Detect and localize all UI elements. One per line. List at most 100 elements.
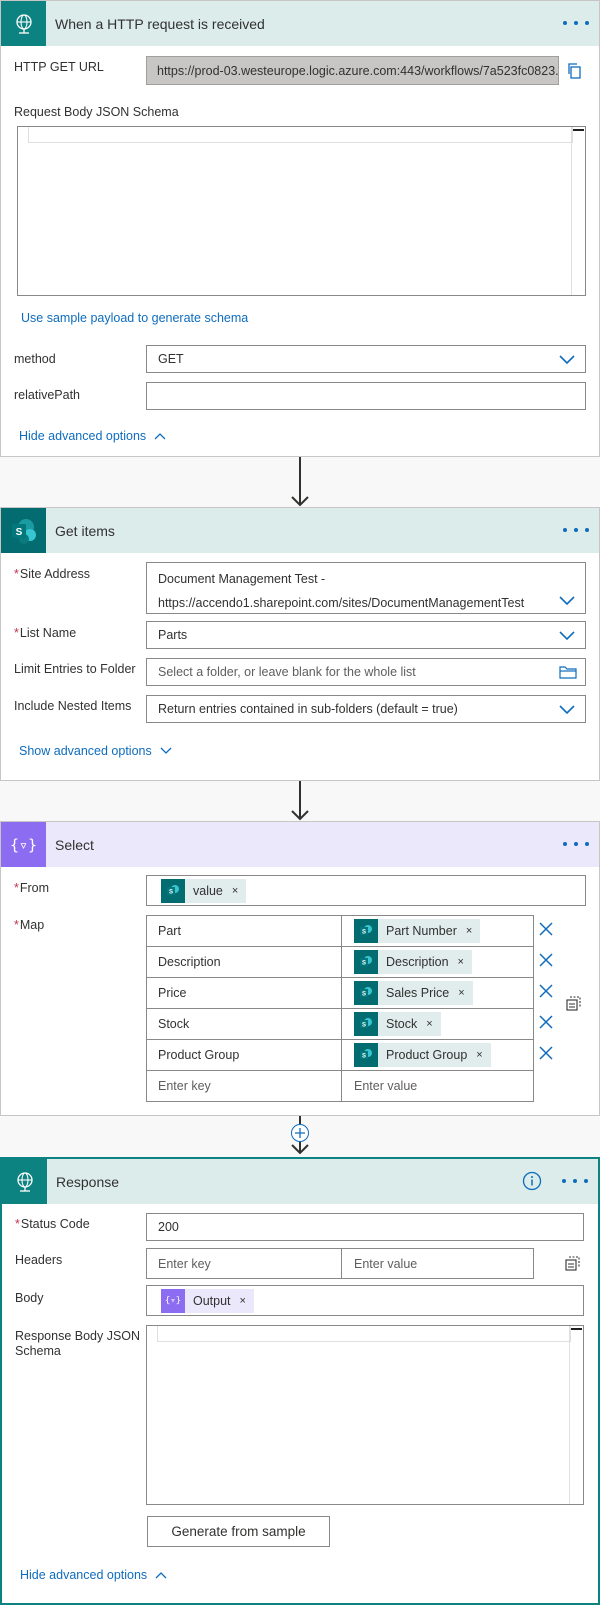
copy-icon[interactable] [566,62,584,80]
remove-token-icon[interactable]: × [426,1018,432,1030]
nested-items-label: Include Nested Items [14,699,132,713]
remove-token-icon[interactable]: × [240,1295,246,1307]
map-row: Price S Sales Price × [147,978,533,1009]
relative-path-label: relativePath [14,388,81,402]
dynamic-content-token[interactable]: {▿} Output × [161,1288,254,1313]
list-name-dropdown[interactable]: Parts [146,621,586,649]
http-get-url-field[interactable]: https://prod-03.westeurope.logic.azure.c… [146,56,559,85]
from-input[interactable]: S value × [146,875,586,906]
delete-row-icon[interactable] [538,1014,554,1030]
folder-icon[interactable] [559,665,577,679]
data-operation-icon: {▿} [161,1288,185,1313]
map-grid: Part S Part Number × Description S Descr… [146,915,534,1102]
map-key[interactable]: Price [147,978,342,1008]
http-trigger-header[interactable]: When a HTTP request is received [1,1,599,46]
map-row: Product Group S Product Group × [147,1040,533,1071]
generate-from-sample-button[interactable]: Generate from sample [147,1516,330,1547]
dynamic-content-token[interactable]: S value × [161,878,247,903]
plus-icon [295,1128,305,1138]
map-value[interactable]: S Sales Price × [342,978,533,1008]
switch-to-text-mode-icon[interactable] [564,1256,580,1272]
remove-token-icon[interactable]: × [458,987,464,999]
relative-path-input[interactable] [146,382,586,410]
remove-token-icon[interactable]: × [232,885,238,897]
arrow-down-icon [291,496,309,507]
svg-text:S: S [362,930,366,936]
enter-value-input[interactable]: Enter value [342,1071,533,1101]
body-input[interactable]: {▿} Output × [146,1285,584,1316]
get-items-header[interactable]: S Get items [1,508,599,553]
dynamic-content-token[interactable]: S Description × [354,950,472,974]
chevron-down-icon [559,355,575,365]
delete-row-icon[interactable] [538,1045,554,1061]
more-options-icon[interactable] [562,1173,588,1189]
chevron-up-icon [154,433,166,440]
svg-text:S: S [15,527,22,538]
enter-key-input[interactable]: Enter key [147,1249,342,1278]
dynamic-content-token[interactable]: S Part Number × [354,919,481,943]
method-value: GET [158,352,184,366]
delete-row-icon[interactable] [538,921,554,937]
status-code-input[interactable]: 200 [146,1213,584,1241]
delete-row-icon[interactable] [538,952,554,968]
select-header[interactable]: {▿} Select [1,822,599,867]
method-label: method [14,352,56,366]
switch-to-text-mode-icon[interactable] [565,996,581,1012]
dynamic-content-token[interactable]: S Stock × [354,1012,441,1036]
add-step-button[interactable] [291,1124,309,1142]
more-options-icon[interactable] [563,522,589,538]
body-label: Body [15,1291,44,1305]
nested-items-dropdown[interactable]: Return entries contained in sub-folders … [146,695,586,723]
response-card[interactable]: Response *Status Code 200 Headers Enter … [0,1157,600,1605]
hide-advanced-options-link[interactable]: Hide advanced options [19,429,166,443]
info-icon[interactable] [522,1171,542,1191]
scrollbar[interactable] [569,1326,583,1504]
sample-payload-link[interactable]: Use sample payload to generate schema [21,311,248,325]
http-get-url-label: HTTP GET URL [14,60,104,74]
sharepoint-icon: S [161,878,185,903]
http-get-url-value: https://prod-03.westeurope.logic.azure.c… [157,63,559,78]
map-value[interactable]: S Part Number × [342,916,533,946]
map-value[interactable]: S Stock × [342,1009,533,1039]
show-advanced-options-link[interactable]: Show advanced options [19,744,172,758]
remove-token-icon[interactable]: × [466,925,472,937]
map-key[interactable]: Product Group [147,1040,342,1070]
response-header[interactable]: Response [2,1159,598,1204]
remove-token-icon[interactable]: × [476,1049,482,1061]
map-key[interactable]: Part [147,916,342,946]
globe-icon [1,1,46,46]
map-key[interactable]: Stock [147,1009,342,1039]
card-title: Select [55,836,94,853]
dynamic-content-token[interactable]: S Product Group × [354,1043,491,1067]
svg-text:S: S [362,992,366,998]
hide-advanced-options-link[interactable]: Hide advanced options [20,1568,167,1582]
svg-text:S: S [362,1054,366,1060]
card-title: Response [56,1173,120,1190]
get-items-card[interactable]: S Get items *Site Address Document Manag… [0,507,600,781]
site-address-dropdown[interactable]: Document Management Test - https://accen… [146,562,586,614]
enter-key-input[interactable]: Enter key [147,1071,342,1101]
remove-token-icon[interactable]: × [458,956,464,968]
card-title: Get items [55,522,115,539]
response-schema-editor[interactable] [146,1325,584,1505]
select-card[interactable]: {▿} Select *From S value × *Map Part S P… [0,821,600,1116]
http-trigger-card[interactable]: When a HTTP request is received HTTP GET… [0,0,600,457]
more-options-icon[interactable] [563,15,589,31]
dynamic-content-token[interactable]: S Sales Price × [354,981,473,1005]
limit-folder-input[interactable]: Select a folder, or leave blank for the … [146,658,586,686]
scrollbar[interactable] [571,127,585,295]
method-dropdown[interactable]: GET [146,345,586,373]
map-key[interactable]: Description [147,947,342,977]
sharepoint-icon: S [354,1012,378,1036]
delete-row-icon[interactable] [538,983,554,999]
card-title: When a HTTP request is received [55,15,265,32]
sharepoint-icon: S [354,950,378,974]
more-options-icon[interactable] [563,836,589,852]
enter-value-input[interactable]: Enter value [342,1249,533,1278]
map-value[interactable]: S Product Group × [342,1040,533,1070]
chevron-up-icon [155,1572,167,1579]
svg-text:S: S [362,1023,366,1029]
map-value[interactable]: S Description × [342,947,533,977]
request-schema-editor[interactable] [17,126,586,296]
svg-text:S: S [362,961,366,967]
